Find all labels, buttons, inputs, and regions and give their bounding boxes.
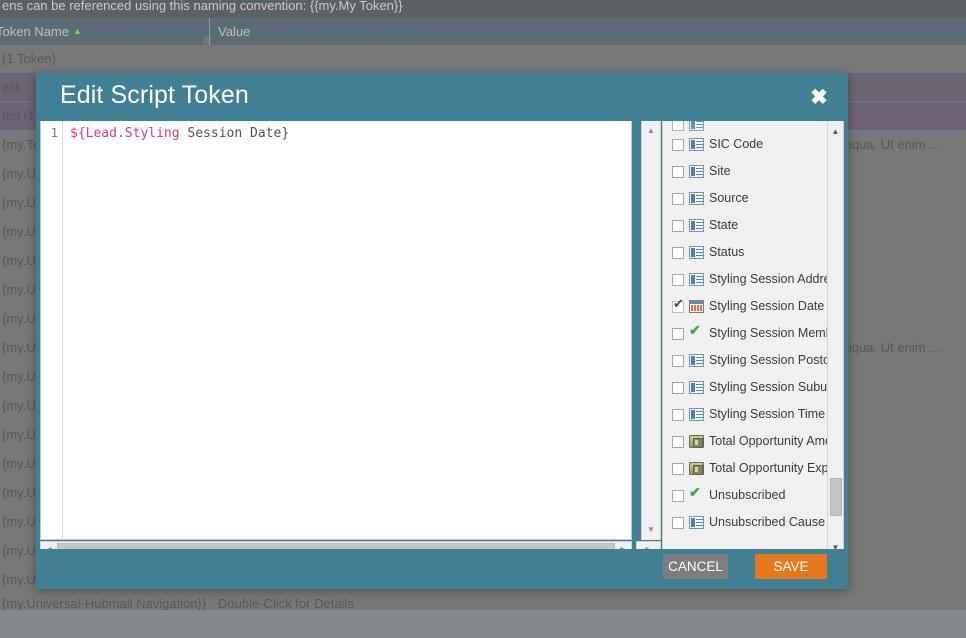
field-checkbox[interactable]	[672, 435, 684, 448]
field-label: Unsubscribed	[709, 489, 786, 502]
field-label: Styling Session Postcode	[709, 354, 827, 367]
token-table-header: Token Name ▲ Value	[0, 18, 966, 45]
list-item[interactable]: Source	[663, 185, 827, 212]
field-label: Total Opportunity Amount	[709, 435, 827, 448]
list-item[interactable]: Site	[663, 158, 827, 185]
dialog-title: Edit Script Token	[60, 81, 249, 109]
text-field-icon	[689, 219, 704, 232]
field-checkbox[interactable]	[672, 246, 684, 259]
code-token-remainder: Session Date}	[179, 126, 290, 141]
field-picker-panel: SIC Code Site Source State Status Styling Ses…	[662, 121, 844, 558]
text-field-icon	[689, 381, 704, 394]
text-field-icon	[689, 121, 704, 131]
field-label: Styling Session Address	[709, 273, 827, 286]
text-field-icon	[689, 354, 704, 367]
boolean-field-icon	[689, 323, 704, 340]
field-label: Unsubscribed Cause	[709, 516, 826, 529]
field-checkbox[interactable]	[672, 408, 684, 421]
field-checkbox[interactable]	[672, 138, 684, 151]
text-field-icon	[689, 165, 704, 178]
field-checkbox[interactable]	[672, 354, 684, 367]
text-field-icon	[689, 408, 704, 421]
field-label: SIC Code	[709, 138, 764, 151]
field-checkbox[interactable]	[672, 516, 684, 529]
field-label: Status	[709, 246, 745, 259]
list-item[interactable]: Styling Session Date	[663, 293, 827, 320]
text-field-icon	[689, 192, 704, 205]
list-item[interactable]: SIC Code	[663, 131, 827, 158]
boolean-field-icon	[689, 485, 704, 502]
column-header-value[interactable]: Value	[218, 18, 518, 45]
column-header-token-name[interactable]: Token Name ▲	[0, 18, 208, 45]
dialog-footer: CANCEL SAVE	[36, 549, 848, 589]
field-checkbox[interactable]	[672, 192, 684, 205]
editor-vertical-scrollbar[interactable]: ▲ ▼	[641, 121, 661, 540]
text-field-icon	[689, 138, 704, 151]
field-checkbox[interactable]	[672, 219, 684, 232]
screen: ens can be referenced using this naming …	[0, 0, 966, 638]
field-checkbox[interactable]	[672, 327, 684, 340]
background-footer	[0, 610, 966, 638]
scroll-thumb[interactable]	[830, 478, 842, 516]
token-count-row: (1 Token)	[0, 45, 966, 73]
field-label: Source	[709, 192, 749, 205]
list-item[interactable]: Styling Session Postcode	[663, 347, 827, 374]
field-checkbox[interactable]	[672, 297, 684, 313]
field-label: Styling Session Time	[709, 408, 826, 421]
script-editor[interactable]: 1 ${Lead.Styling Session Date}	[40, 121, 632, 540]
currency-field-icon	[689, 462, 704, 475]
field-picker-list[interactable]: SIC Code Site Source State Status Styling Ses…	[663, 121, 827, 557]
field-checkbox[interactable]	[672, 381, 684, 394]
list-item[interactable]: Total Opportunity Expected	[663, 455, 827, 482]
scroll-up-icon[interactable]: ▲	[642, 123, 660, 139]
field-checkbox[interactable]	[672, 273, 684, 286]
field-label: Site	[709, 165, 731, 178]
list-item[interactable]: Styling Session Member	[663, 320, 827, 347]
field-checkbox[interactable]	[672, 489, 684, 502]
dialog-body: 1 ${Lead.Styling Session Date} ▲ ▼ ◀ ▶ ▶…	[36, 121, 848, 558]
field-label: Styling Session Suburb	[709, 381, 827, 394]
editor-gutter: 1	[41, 121, 63, 539]
editor-code-area[interactable]: ${Lead.Styling Session Date}	[64, 121, 631, 539]
field-picker-scrollbar[interactable]: ▲ ▼	[827, 121, 843, 557]
list-item[interactable]: Styling Session Address	[663, 266, 827, 293]
list-item[interactable]: Unsubscribed Cause	[663, 509, 827, 536]
field-checkbox[interactable]	[672, 121, 684, 131]
currency-field-icon	[689, 435, 704, 448]
field-label: Styling Session Date	[709, 300, 825, 313]
close-icon[interactable]: ✖	[806, 85, 832, 111]
field-checkbox[interactable]	[672, 165, 684, 178]
scroll-down-icon[interactable]: ▼	[642, 522, 660, 538]
list-item[interactable]: Status	[663, 239, 827, 266]
list-item[interactable]	[663, 121, 827, 131]
row-token-name: est	[2, 80, 20, 95]
text-field-icon	[689, 516, 704, 529]
list-item[interactable]: Unsubscribed	[663, 482, 827, 509]
list-item[interactable]: Styling Session Time	[663, 401, 827, 428]
text-field-icon	[689, 246, 704, 259]
column-resize-grip-icon[interactable]	[203, 37, 211, 45]
scroll-up-icon[interactable]: ▲	[828, 124, 843, 138]
cancel-button[interactable]: CANCEL	[663, 554, 728, 579]
list-item[interactable]: Total Opportunity Amount	[663, 428, 827, 455]
field-checkbox[interactable]	[672, 462, 684, 475]
field-label: State	[709, 219, 739, 232]
save-button[interactable]: SAVE	[755, 554, 827, 579]
line-number: 1	[50, 126, 58, 140]
dialog-header: Edit Script Token ✖	[36, 73, 848, 121]
list-item[interactable]: State	[663, 212, 827, 239]
field-label: Styling Session Member	[709, 327, 827, 340]
text-field-icon	[689, 273, 704, 286]
token-naming-instructions: ens can be referenced using this naming …	[0, 0, 966, 18]
sort-ascending-icon: ▲	[72, 26, 82, 36]
date-field-icon	[689, 300, 704, 313]
edit-script-token-dialog: Edit Script Token ✖ 1 ${Lead.Styling Ses…	[36, 73, 848, 589]
column-header-token-name-label: Token Name	[0, 24, 69, 39]
field-label: Total Opportunity Expected	[709, 462, 827, 475]
code-token-expression: ${Lead.Styling	[70, 126, 180, 141]
list-item[interactable]: Styling Session Suburb	[663, 374, 827, 401]
